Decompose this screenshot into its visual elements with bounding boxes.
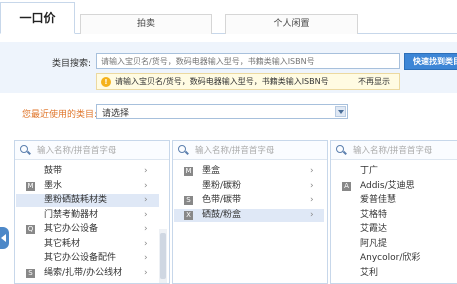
search-tip-box: ! 请输入宝贝名/货号，数码电器输入型号，书籍类输入ISBN号 不再显示: [96, 73, 400, 90]
panel-search-placeholder: 输入名称/拼音首字母: [353, 146, 433, 156]
chevron-right-icon: ›: [310, 180, 314, 191]
category-item[interactable]: A Addis/艾迪思: [332, 180, 457, 193]
category-search-label: 类目搜索:: [52, 59, 92, 69]
category-item-label: 色带/碳带: [202, 195, 242, 205]
category-search-input[interactable]: [96, 53, 400, 69]
quick-find-category-button[interactable]: 快速找到类目: [404, 53, 457, 70]
index-letter-badge: Q: [26, 225, 35, 234]
category-item[interactable]: 爱普佳慧: [332, 194, 457, 207]
category-item-label: Addis/艾迪思: [360, 180, 415, 191]
panel-search-box[interactable]: 输入名称/拼音首字母: [15, 141, 169, 160]
category-item[interactable]: 艾格特: [332, 209, 457, 222]
index-letter-badge: S: [184, 196, 193, 205]
recent-category-label: 您最近使用的类目:: [22, 110, 98, 120]
category-item-label: 艾格特: [360, 209, 388, 220]
category-item-label: 墨盒: [202, 166, 221, 176]
category-item[interactable]: M 墨盒 ›: [174, 165, 324, 178]
category-item-label: 门禁考勤器材: [44, 209, 99, 220]
category-item[interactable]: 其它耗材 ›: [16, 238, 159, 251]
chevron-right-icon: ›: [144, 180, 148, 191]
category-item-label: 艾利: [360, 267, 379, 278]
category-item-label: 其它办公设备配件: [44, 253, 117, 263]
category-item[interactable]: 门禁考勤器材 ›: [16, 209, 159, 222]
category-panel-level3: 输入名称/拼音首字母 丁广 A Addis/艾迪思 爱普佳慧艾格特艾霞达阿凡提 Anyc…: [330, 140, 457, 284]
chevron-right-icon: ›: [144, 267, 148, 278]
category-item-label: 墨粉硒鼓耗材类: [44, 195, 108, 205]
panel-scrollbar[interactable]: [159, 229, 167, 283]
category-item[interactable]: 墨粉硒鼓耗材类 ›: [16, 194, 159, 207]
tab-auction[interactable]: 拍卖: [80, 14, 212, 34]
chevron-right-icon: ›: [144, 253, 148, 263]
category-item-label: 艾霞达: [360, 224, 388, 234]
category-item[interactable]: M 墨水 ›: [16, 180, 159, 193]
category-item[interactable]: 艾霞达: [332, 223, 457, 236]
recent-category-select[interactable]: 请选择: [96, 104, 348, 119]
chevron-right-icon: ›: [144, 209, 148, 220]
chevron-right-icon: ›: [144, 238, 148, 249]
chevron-right-icon: ›: [144, 195, 148, 205]
index-letter-badge: M: [184, 167, 193, 176]
index-letter-badge: A: [342, 181, 351, 191]
panel-search-placeholder: 输入名称/拼音首字母: [37, 146, 117, 156]
index-letter-badge: S: [26, 268, 35, 278]
category-item-label: Anycolor/欣彩: [360, 253, 421, 263]
category-item-label: 丁广: [360, 166, 379, 176]
tab-personal-idle[interactable]: 个人闲置: [225, 14, 358, 34]
category-item-label: 其它办公设备: [44, 224, 99, 234]
chevron-right-icon: ›: [310, 209, 314, 220]
category-item-label: 鼓带: [44, 166, 63, 176]
category-item[interactable]: Anycolor/欣彩: [332, 252, 457, 265]
search-icon: [336, 145, 344, 153]
chevron-right-icon: ›: [310, 195, 314, 205]
chevron-right-icon: ›: [310, 166, 314, 176]
category-item-label: 绳索/扎带/办公线材: [44, 267, 123, 278]
index-letter-badge: X: [184, 210, 193, 220]
category-item[interactable]: 艾利: [332, 267, 457, 280]
recent-category-value: 请选择: [102, 109, 130, 119]
category-item[interactable]: Q 其它办公设备 ›: [16, 223, 159, 236]
info-bulb-icon: !: [101, 77, 111, 87]
chevron-right-icon: ›: [144, 166, 148, 176]
collapse-arrow-icon[interactable]: [0, 227, 9, 249]
search-icon: [20, 145, 28, 153]
search-icon: [178, 145, 186, 153]
category-item-label: 阿凡提: [360, 238, 388, 249]
category-panel-level2: 输入名称/拼音首字母 M 墨盒 › 墨粉/碳粉 › S 色带/碳带 › X 硒鼓/粉盒 ›: [172, 140, 328, 284]
index-letter-badge: M: [26, 181, 35, 191]
panel-search-box[interactable]: 输入名称/拼音首字母: [173, 141, 327, 160]
category-item[interactable]: 墨粉/碳粉 ›: [174, 180, 324, 193]
category-item-label: 墨粉/碳粉: [202, 180, 242, 191]
panel-search-placeholder: 输入名称/拼音首字母: [195, 146, 275, 156]
category-item[interactable]: X 硒鼓/粉盒 ›: [174, 208, 324, 222]
category-item[interactable]: 丁广: [332, 165, 457, 178]
category-item-label: 爱普佳慧: [360, 195, 397, 205]
listing-type-tabs: 一口价 拍卖 个人闲置: [0, 0, 457, 34]
scrollbar-thumb[interactable]: [160, 233, 166, 279]
tab-fixed-price[interactable]: 一口价: [0, 2, 75, 34]
category-item-label: 墨水: [44, 180, 63, 191]
chevron-right-icon: ›: [144, 224, 148, 234]
search-tip-text: 请输入宝贝名/货号，数码电器输入型号，书籍类输入ISBN号: [115, 77, 329, 86]
category-item[interactable]: 阿凡提: [332, 238, 457, 251]
dismiss-tip-link[interactable]: 不再显示: [358, 76, 390, 87]
category-item[interactable]: 鼓带 ›: [16, 165, 159, 178]
category-item[interactable]: 其它办公设备配件 ›: [16, 252, 159, 265]
category-item[interactable]: S 绳索/扎带/办公线材 ›: [16, 267, 159, 280]
category-item-label: 其它耗材: [44, 238, 81, 249]
category-panel-level1: 输入名称/拼音首字母 鼓带 › M 墨水 › 墨粉硒鼓耗材类 › 门禁考勤器材 › Q 其它办公设备…: [14, 140, 170, 284]
category-item[interactable]: S 色带/碳带 ›: [174, 194, 324, 207]
panel-search-box[interactable]: 输入名称/拼音首字母: [331, 141, 457, 160]
category-item-label: 硒鼓/粉盒: [202, 209, 242, 220]
chevron-down-icon[interactable]: [335, 106, 346, 117]
